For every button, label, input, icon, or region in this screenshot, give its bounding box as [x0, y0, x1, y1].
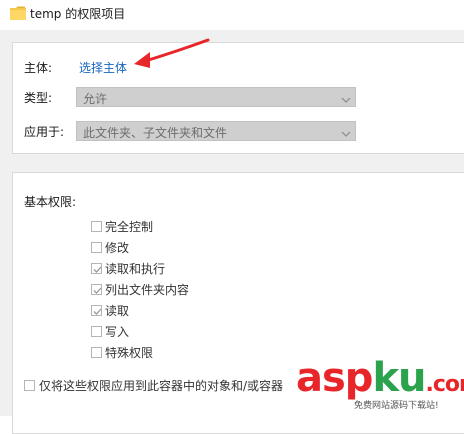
checkbox-read-execute[interactable] [91, 263, 102, 274]
applies-to-label: 应用于: [24, 125, 65, 139]
type-select[interactable]: 允许 [76, 87, 356, 107]
checkbox-label: 特殊权限 [105, 346, 154, 360]
type-label: 类型: [24, 91, 53, 105]
basic-permissions-label: 基本权限: [24, 195, 77, 209]
principal-label: 主体: [24, 61, 53, 75]
watermark-tagline: 免费网站源码下载站! [354, 401, 439, 411]
annotation-arrow-icon [120, 36, 210, 72]
applies-to-value: 此文件夹、子文件夹和文件 [83, 126, 228, 140]
checkbox-label: 完全控制 [105, 220, 154, 234]
checkbox-modify[interactable] [91, 242, 102, 253]
checkbox-list-folder[interactable] [91, 284, 102, 295]
type-value: 允许 [83, 92, 108, 106]
checkbox-label: 修改 [105, 241, 130, 255]
checkmark-icon [93, 266, 102, 273]
chevron-down-icon [341, 127, 351, 137]
checkbox-label: 读取 [105, 304, 130, 318]
checkbox-write[interactable] [91, 326, 102, 337]
checkbox-full-control[interactable] [91, 221, 102, 232]
checkbox-label: 写入 [105, 325, 130, 339]
folder-icon [10, 6, 26, 20]
checkbox-label: 列出文件夹内容 [105, 283, 190, 297]
chevron-down-icon [341, 93, 351, 103]
checkbox-special[interactable] [91, 347, 102, 358]
window-title: temp 的权限项目 [30, 7, 126, 21]
checkmark-icon [93, 308, 102, 315]
title-bar: temp 的权限项目 [0, 0, 464, 30]
checkbox-read[interactable] [91, 305, 102, 316]
watermark-logo: aspku.com 免费网站源码下载站! [296, 356, 464, 416]
checkbox-apply-within-container[interactable] [24, 380, 35, 391]
checkmark-icon [93, 287, 102, 294]
applies-to-select[interactable]: 此文件夹、子文件夹和文件 [76, 121, 356, 141]
principal-panel: 主体: 选择主体 类型: 允许 应用于: 此文件夹、子文件夹和文件 [12, 42, 464, 154]
apply-within-container-label: 仅将这些权限应用到此容器中的对象和/或容器 [39, 379, 284, 393]
checkbox-label: 读取和执行 [105, 262, 166, 276]
